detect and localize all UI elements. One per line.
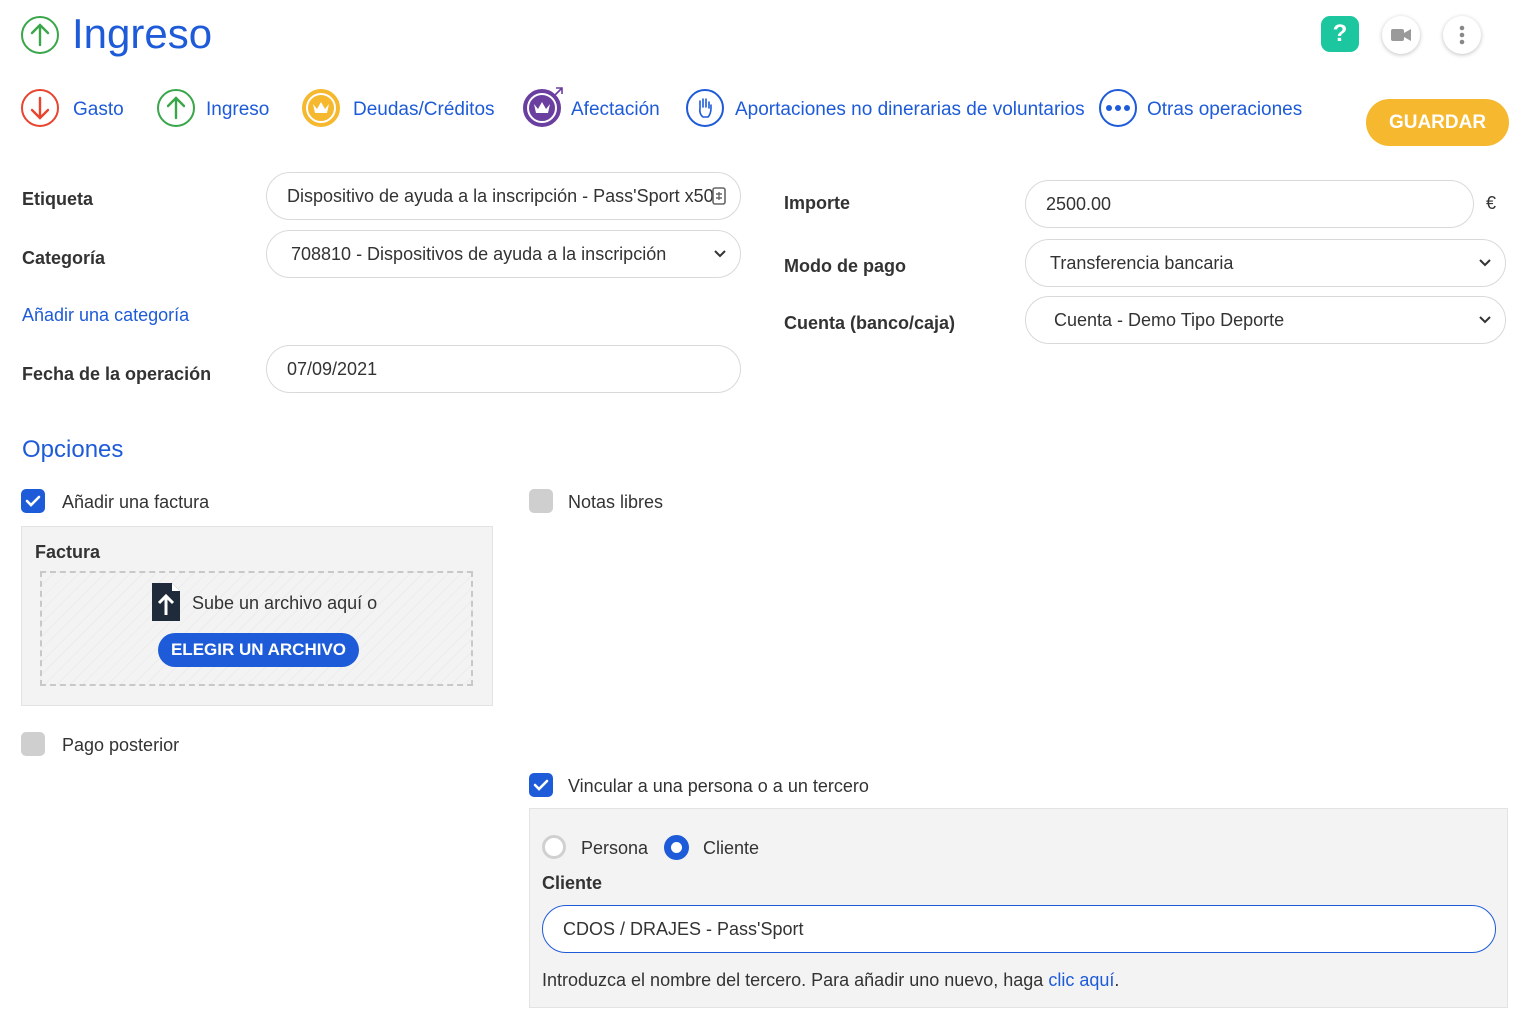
nav-aportaciones-label: Aportaciones no dinerarias de voluntario… <box>735 99 1085 120</box>
cuenta-select[interactable]: Cuenta - Demo Tipo Deporte <box>1025 296 1506 344</box>
cliente-label: Cliente <box>542 873 603 893</box>
file-upload-icon <box>152 583 180 621</box>
ingreso-up-arrow-icon <box>21 16 59 54</box>
check-icon <box>533 779 549 791</box>
radio-cliente-label: Cliente <box>703 838 760 858</box>
factura-panel-title: Factura <box>35 542 101 562</box>
radio-persona-label: Persona <box>581 838 649 858</box>
categoria-value: 708810 - Dispositivos de ayuda a la insc… <box>291 243 667 264</box>
help-button[interactable]: ? <box>1321 16 1359 52</box>
add-category-link[interactable]: Añadir una categoría <box>22 305 189 326</box>
modo-pago-select[interactable]: Transferencia bancaria <box>1025 239 1506 287</box>
nav-ingreso-label: Ingreso <box>206 99 270 120</box>
cuenta-label: Cuenta (banco/caja) <box>784 313 956 333</box>
fecha-value: 07/09/2021 <box>287 358 378 379</box>
factura-checkbox-label: Añadir una factura <box>62 492 210 512</box>
nav-afectacion-label: Afectación <box>571 99 660 120</box>
crown-icon <box>302 89 340 127</box>
categoria-label: Categoría <box>22 248 106 268</box>
video-camera-icon <box>1391 29 1411 41</box>
pago-posterior-label: Pago posterior <box>62 735 180 755</box>
fecha-input[interactable]: 07/09/2021 <box>266 345 741 393</box>
factura-panel: Factura Sube un archivo aquí o ELEGIR UN… <box>21 526 493 706</box>
cliente-help-prefix: Introduzca el nombre del tercero. Para a… <box>542 970 1044 990</box>
chevron-down-icon <box>714 250 726 258</box>
video-button[interactable] <box>1382 16 1420 54</box>
importe-value: 2500.00 <box>1046 193 1112 214</box>
etiqueta-input[interactable]: Dispositivo de ayuda a la inscripción - … <box>266 172 741 220</box>
modo-pago-label: Modo de pago <box>784 256 906 276</box>
modo-pago-value: Transferencia bancaria <box>1050 252 1234 273</box>
chevron-down-icon <box>1479 259 1491 267</box>
vincular-checkbox-label: Vincular a una persona o a un tercero <box>568 776 869 796</box>
etiqueta-value: Dispositivo de ayuda a la inscripción - … <box>287 185 714 206</box>
pago-posterior-checkbox[interactable] <box>21 732 45 756</box>
upload-dropzone[interactable]: Sube un archivo aquí o ELEGIR UN ARCHIVO <box>40 571 473 686</box>
notas-checkbox[interactable] <box>529 489 553 513</box>
importe-input[interactable]: 2500.00 <box>1025 180 1474 228</box>
currency-symbol: € <box>1486 193 1497 213</box>
down-arrow-icon <box>21 89 59 127</box>
importe-label: Importe <box>784 193 851 213</box>
more-vertical-icon <box>1459 25 1465 45</box>
choose-file-button[interactable]: ELEGIR UN ARCHIVO <box>158 633 359 667</box>
help-icon: ? <box>1332 20 1348 47</box>
etiqueta-label: Etiqueta <box>22 189 94 209</box>
upload-text: Sube un archivo aquí o <box>192 593 378 613</box>
nav-gasto-label: Gasto <box>73 99 124 120</box>
chevron-down-icon <box>1479 316 1491 324</box>
up-arrow-icon <box>157 89 195 127</box>
more-menu-button[interactable] <box>1443 16 1481 54</box>
nav-otras-label: Otras operaciones <box>1147 99 1303 120</box>
add-third-party-link[interactable]: clic aquí <box>1048 970 1114 990</box>
more-horizontal-icon <box>1099 89 1137 127</box>
expand-arrows-icon <box>554 87 563 96</box>
check-icon <box>25 495 41 507</box>
fecha-label: Fecha de la operación <box>22 364 212 384</box>
vincular-panel: Persona Cliente Cliente CDOS / DRAJES - … <box>529 808 1508 1008</box>
radio-persona[interactable] <box>542 835 566 859</box>
cliente-help-suffix: . <box>1114 970 1120 990</box>
save-button[interactable]: GUARDAR <box>1366 99 1509 146</box>
cliente-value: CDOS / DRAJES - Pass'Sport <box>563 918 804 939</box>
options-title: Opciones <box>22 436 124 463</box>
cliente-input[interactable]: CDOS / DRAJES - Pass'Sport <box>542 905 1496 953</box>
categoria-select[interactable]: 708810 - Dispositivos de ayuda a la insc… <box>266 230 741 278</box>
nav-deudas-label: Deudas/Créditos <box>353 99 495 120</box>
contact-card-icon <box>712 187 726 205</box>
vincular-checkbox[interactable] <box>529 773 553 797</box>
factura-checkbox[interactable] <box>21 489 45 513</box>
page-title: Ingreso <box>72 10 213 57</box>
hand-icon <box>686 89 724 127</box>
radio-cliente[interactable] <box>664 835 689 860</box>
notas-checkbox-label: Notas libres <box>568 492 664 512</box>
cuenta-value: Cuenta - Demo Tipo Deporte <box>1054 309 1285 330</box>
cliente-help-text: Introduzca el nombre del tercero. Para a… <box>542 970 1119 991</box>
